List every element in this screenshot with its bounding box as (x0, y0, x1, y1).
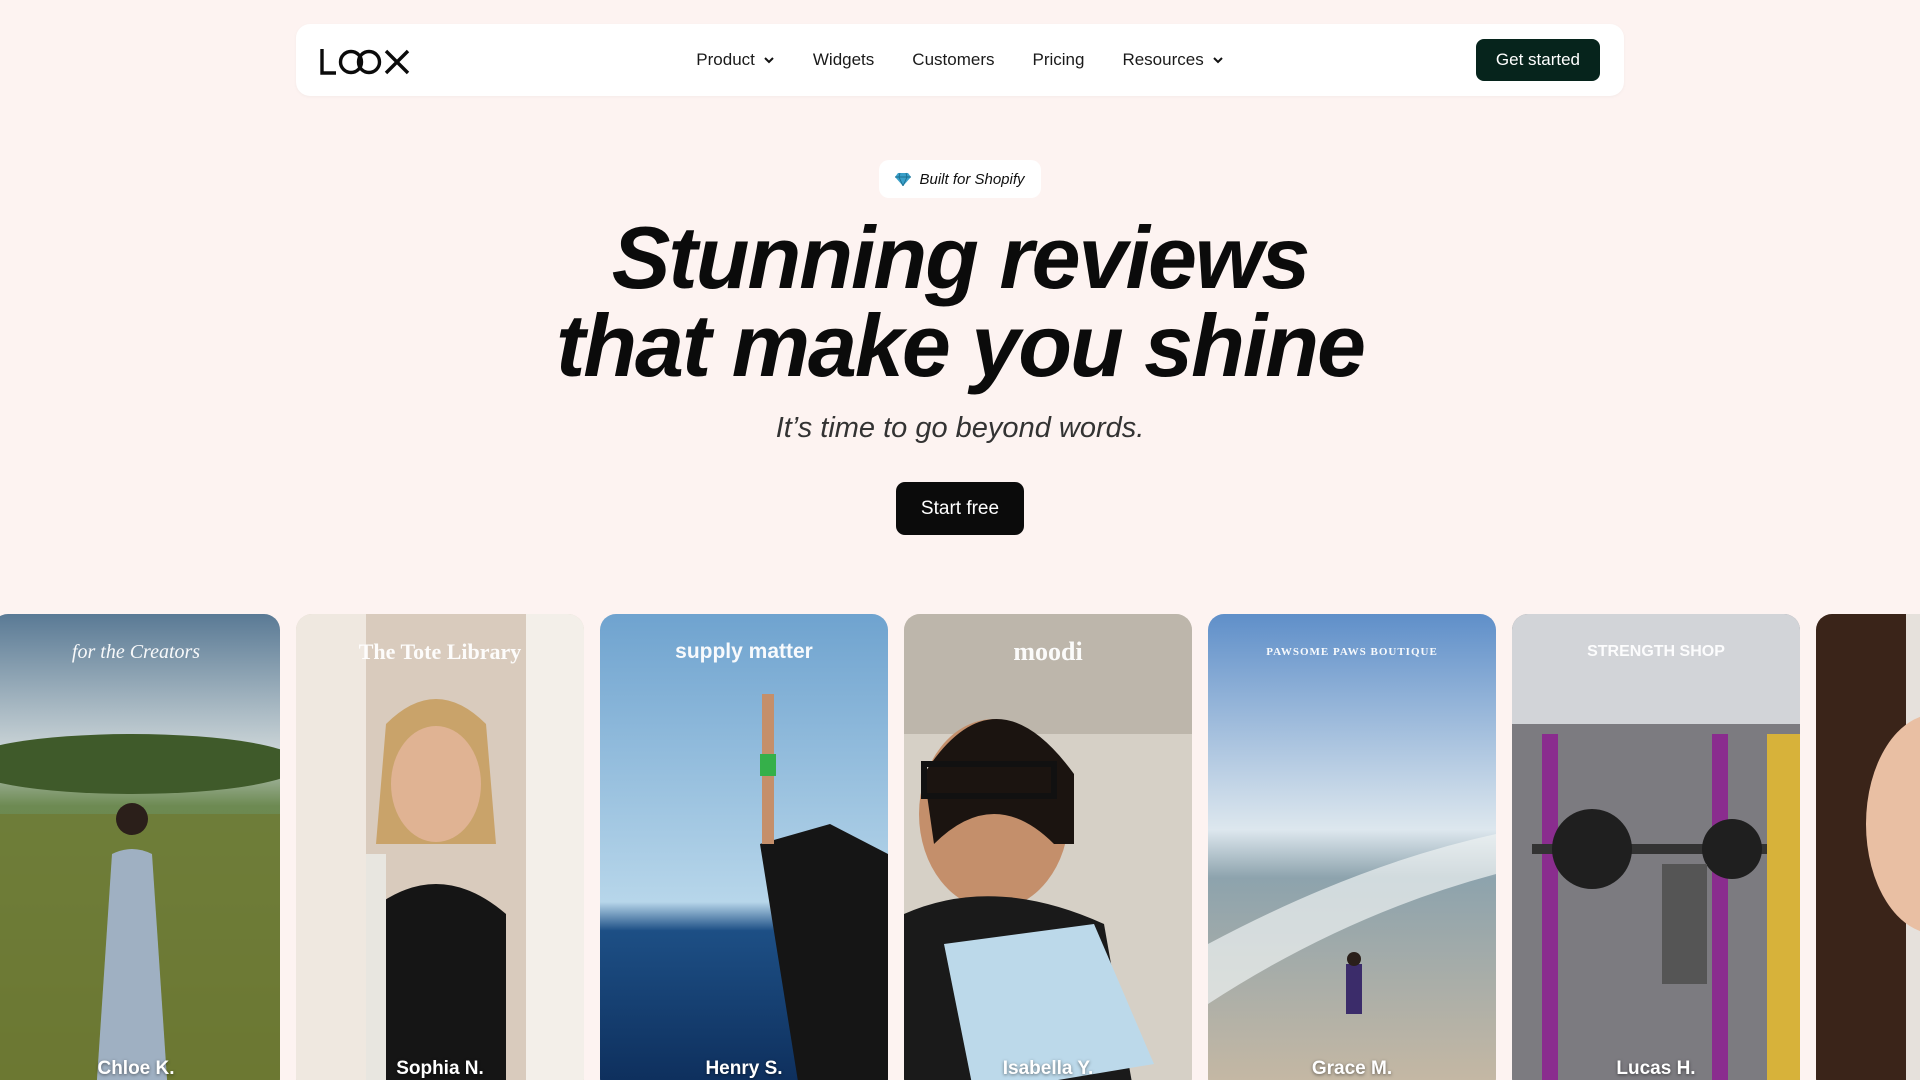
review-card[interactable]: supply matter Henry S. (600, 614, 888, 1080)
review-card[interactable]: STRENGTH SHOP Lucas H. (1512, 614, 1800, 1080)
review-card[interactable]: moodi Isabella Y. (904, 614, 1192, 1080)
nav-pricing-label: Pricing (1032, 50, 1085, 69)
badge-text: Built for Shopify (919, 170, 1025, 188)
loox-logo-mark (320, 49, 410, 75)
gem-icon (895, 172, 912, 186)
review-video-thumbnail (296, 614, 584, 1080)
review-video-thumbnail (1816, 614, 1920, 1080)
reviewer-name: Chloe K. (97, 1058, 175, 1079)
nav-resources-label: Resources (1122, 50, 1204, 69)
review-card[interactable]: for the Creators Chloe K. (0, 614, 280, 1080)
brand-logo: PAWSOME PAWS BOUTIQUE (1266, 646, 1438, 658)
start-free-button[interactable]: Start free (896, 482, 1024, 535)
review-video-thumbnail (904, 614, 1192, 1080)
hero-headline: Stunning reviews that make you shine (0, 214, 1920, 390)
reviewer-name: Grace M. (1311, 1058, 1393, 1079)
review-video-thumbnail (0, 614, 280, 1080)
reviewer-name: Sophia N. (396, 1058, 484, 1079)
built-for-shopify-badge: Built for Shopify (879, 160, 1041, 198)
reviewer-name: Lucas H. (1616, 1058, 1696, 1079)
hero-subline: It’s time to go beyond words. (775, 412, 1145, 444)
chevron-down-icon (1213, 57, 1223, 64)
nav-product[interactable]: Product (677, 50, 794, 70)
headline-line-2: that make you shine (555, 296, 1366, 395)
nav-widgets-label: Widgets (812, 50, 875, 69)
brand-logo: The Tote Library (358, 639, 522, 664)
brand-logo: supply matter (675, 640, 813, 663)
brand-logo: for the Creators (71, 641, 201, 663)
chevron-down-icon (764, 57, 774, 64)
reviewer-name: Henry S. (705, 1058, 783, 1079)
review-video-thumbnail (1208, 614, 1496, 1080)
headline-line-1: Stunning reviews (611, 208, 1311, 307)
loox-logo[interactable] (320, 46, 412, 76)
get-started-button[interactable]: Get started (1475, 39, 1600, 81)
nav-pricing[interactable]: Pricing (1013, 50, 1103, 70)
review-card[interactable]: PAWSOME PAWS BOUTIQUE Grace M. (1208, 614, 1496, 1080)
review-card[interactable]: The Tote Library Sophia N. (296, 614, 584, 1080)
review-card[interactable] (1816, 614, 1920, 1080)
nav-widgets[interactable]: Widgets (794, 50, 893, 70)
nav-links: Product Widgets Customers Pricing Resour… (296, 24, 1624, 96)
review-video-thumbnail (600, 614, 888, 1080)
nav-customers-label: Customers (912, 50, 995, 69)
review-video-thumbnail (1512, 614, 1800, 1080)
review-video-carousel: for the Creators Chloe K. The Tote Libra… (0, 614, 1920, 1080)
nav-resources[interactable]: Resources (1103, 50, 1242, 70)
brand-logo: STRENGTH SHOP (1587, 643, 1725, 660)
nav-customers[interactable]: Customers (893, 50, 1013, 70)
brand-logo: moodi (1013, 637, 1083, 666)
reviewer-name: Isabella Y. (1002, 1058, 1094, 1079)
top-nav: Product Widgets Customers Pricing Resour… (296, 24, 1624, 96)
nav-product-label: Product (696, 50, 755, 69)
